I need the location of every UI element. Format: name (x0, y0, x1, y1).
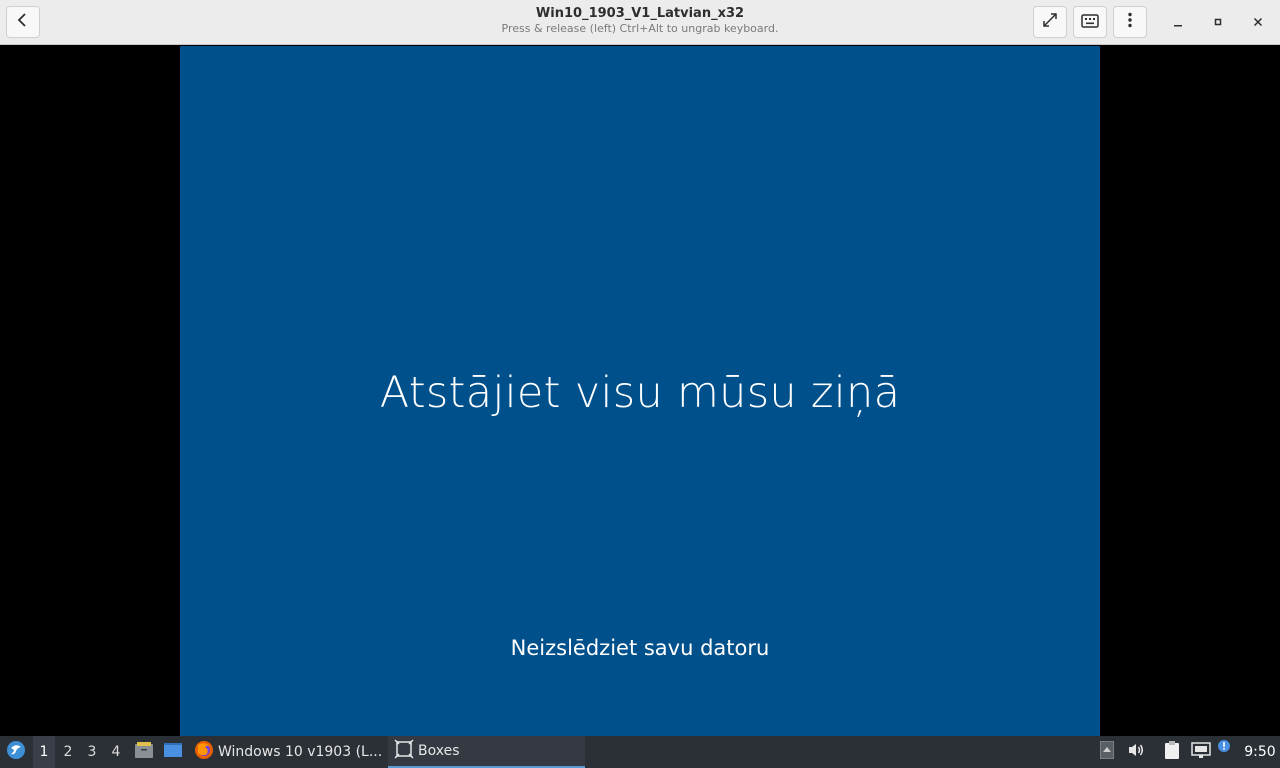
volume-button[interactable] (1124, 736, 1148, 768)
fullscreen-button[interactable] (1033, 6, 1067, 38)
tray-expand-button[interactable] (1098, 736, 1116, 768)
tray-arrow-up-icon (1100, 741, 1114, 763)
minimize-icon (1172, 13, 1184, 32)
distro-logo-icon (6, 740, 26, 764)
close-button[interactable] (1246, 10, 1270, 34)
header-bar: Win10_1903_V1_Latvian_x32 Press & releas… (0, 0, 1280, 45)
volume-icon (1127, 742, 1145, 762)
show-desktop-launcher[interactable] (161, 736, 185, 768)
minimize-button[interactable] (1166, 10, 1190, 34)
workspace-3[interactable]: 3 (81, 736, 103, 768)
workspace-2[interactable]: 2 (57, 736, 79, 768)
maximize-button[interactable] (1206, 10, 1230, 34)
firefox-icon (194, 740, 214, 764)
vertical-ellipsis-icon (1127, 12, 1133, 32)
taskbar-item-boxes[interactable]: Boxes (388, 736, 585, 768)
keyboard-button[interactable] (1073, 6, 1107, 38)
taskbar: 1 2 3 4 Windows 10 v1903 (L... Boxes 9:5… (0, 736, 1280, 768)
clipboard-button[interactable] (1160, 736, 1184, 768)
taskbar-item-firefox[interactable]: Windows 10 v1903 (L... (192, 736, 384, 768)
start-menu-button[interactable] (2, 736, 30, 768)
file-manager-launcher[interactable] (133, 736, 155, 768)
maximize-icon (1212, 13, 1224, 32)
clock[interactable]: 9:50 (1240, 736, 1280, 768)
setup-heading: Atstājiet visu mūsu ziņā (379, 368, 901, 418)
notification-button[interactable] (1214, 736, 1234, 768)
keyboard-icon (1081, 13, 1099, 32)
taskbar-item-label: Boxes (418, 743, 460, 759)
taskbar-item-label: Windows 10 v1903 (L... (218, 744, 383, 760)
back-button[interactable] (6, 6, 40, 38)
network-wired-icon (1191, 741, 1211, 763)
info-icon (1217, 739, 1231, 765)
setup-subheading: Neizslēdziet savu datoru (510, 636, 770, 660)
workspace-4[interactable]: 4 (105, 736, 127, 768)
workspace-1[interactable]: 1 (33, 736, 55, 768)
close-icon (1252, 13, 1264, 32)
vm-display[interactable]: Atstājiet visu mūsu ziņā Neizslēdziet sa… (0, 46, 1280, 736)
desktop-icon (163, 741, 183, 763)
clipboard-icon (1163, 740, 1181, 764)
vm-screen[interactable]: Atstājiet visu mūsu ziņā Neizslēdziet sa… (180, 46, 1100, 736)
network-button[interactable] (1188, 736, 1214, 768)
menu-button[interactable] (1113, 6, 1147, 38)
boxes-icon (394, 739, 414, 763)
expand-icon (1042, 12, 1058, 32)
file-manager-icon (134, 741, 154, 763)
chevron-left-icon (15, 12, 31, 32)
